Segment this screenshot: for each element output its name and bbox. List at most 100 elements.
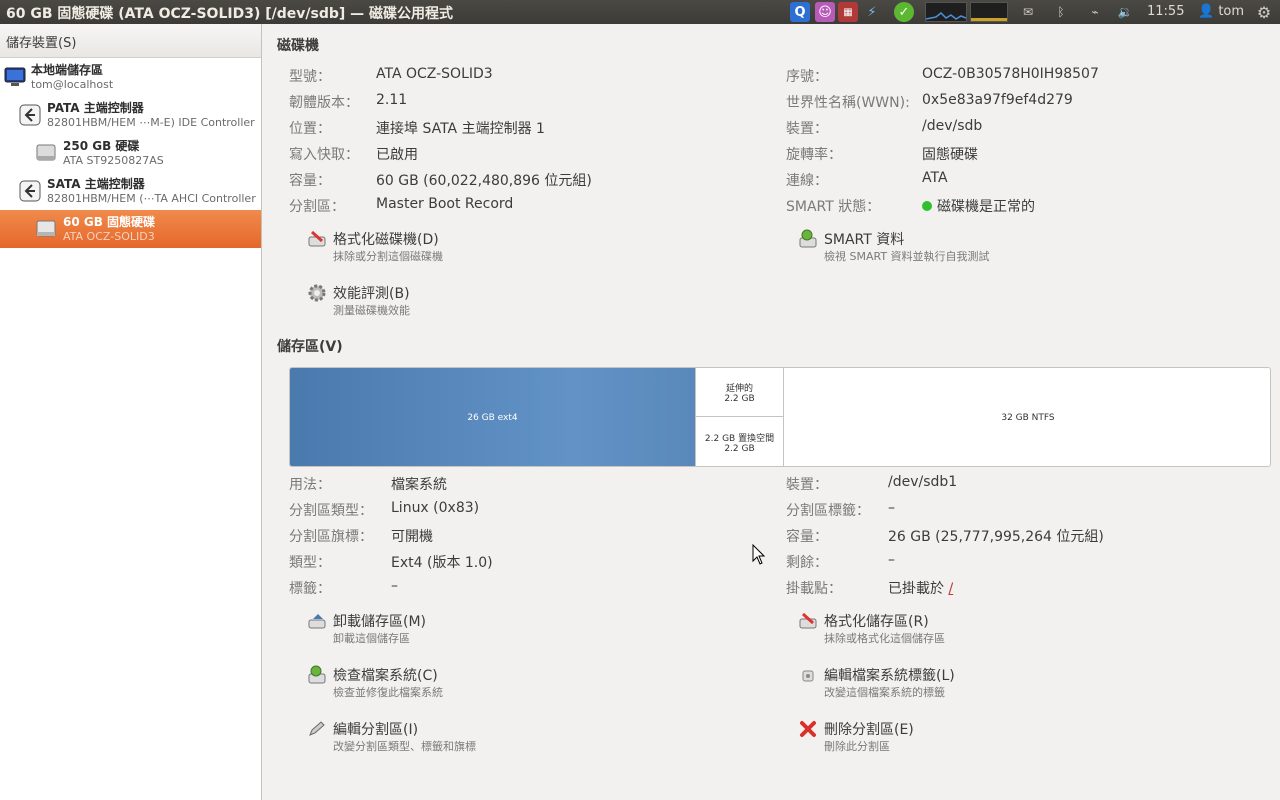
serial-label: 序號：	[786, 69, 828, 85]
drive-section-title: 磁碟機	[277, 38, 319, 54]
smart-data-button[interactable]: SMART 資料 檢視 SMART 資料並執行自我測試	[798, 229, 1038, 265]
action-description: 檢查並修復此檔案系統	[333, 686, 443, 699]
partition-type-value: Linux (0x83)	[391, 500, 480, 516]
status-ok-icon	[922, 201, 932, 211]
wwn-label: 世界性名稱(WWN):	[786, 95, 910, 111]
type-label: 類型：	[289, 555, 331, 571]
partition-label-label: 分割區標籤：	[786, 503, 870, 519]
volume-label: 2.2 GB 置換空間 2.2 GB	[705, 431, 774, 454]
sidebar-item-60gb-ssd[interactable]: 60 GB 固態硬碟 ATA OCZ-SOLID3	[0, 210, 261, 248]
available-value: –	[888, 552, 895, 568]
format-drive-icon	[308, 230, 326, 247]
volume-capacity-value: 26 GB (25,777,995,264 位元組)	[888, 529, 1104, 545]
unmount-volume-button[interactable]: 卸載儲存區(M) 卸載這個儲存區	[307, 611, 527, 647]
cpu-graph	[925, 2, 967, 22]
controller-icon	[19, 180, 41, 202]
sidebar-item-sata-controller[interactable]: SATA 主端控制器 82801HBM/HEM (⋯TA AHCI Contro…	[0, 172, 261, 210]
action-title: 效能評測(B)	[333, 286, 410, 302]
volume-extended-segment[interactable]: 延伸的 2.2 GB	[695, 368, 783, 417]
action-title: 編輯檔案系統標籤(L)	[824, 668, 955, 684]
type-value: Ext4 (版本 1.0)	[391, 555, 493, 571]
benchmark-button[interactable]: 效能評測(B) 測量磁碟機效能	[307, 283, 527, 319]
mail-icon[interactable]: ✉	[1017, 2, 1039, 22]
check-filesystem-button[interactable]: 檢查檔案系統(C) 檢查並修復此檔案系統	[307, 665, 527, 701]
sidebar-item-label: 本地端儲存區	[31, 63, 104, 77]
window-title: 60 GB 固態硬碟 (ATA OCZ-SOLID3) [/dev/sdb] —…	[6, 6, 454, 22]
partitioning-label: 分割區：	[289, 199, 345, 215]
user-menu[interactable]: 👤 tom	[1198, 4, 1244, 19]
volume-ntfs-segment[interactable]: 32 GB NTFS	[783, 368, 1270, 466]
action-title: 卸載儲存區(M)	[333, 614, 427, 630]
network-icon[interactable]: ⌁	[1084, 2, 1106, 22]
format-drive-button[interactable]: 格式化磁碟機(D) 抹除或分割這個磁碟機	[307, 229, 527, 265]
label-label: 標籤：	[289, 581, 331, 597]
connection-value: ATA	[922, 170, 948, 186]
action-title: SMART 資料	[824, 232, 905, 248]
storage-devices-sidebar: 儲存裝置(S) 本地端儲存區 tom@localhost PATA 主端控制器 …	[0, 24, 262, 800]
pencil-icon	[309, 721, 325, 736]
update-check-icon[interactable]: ✓	[894, 2, 914, 22]
location-label: 位置：	[289, 121, 331, 137]
action-description: 改變分割區類型、標籤和旗標	[333, 740, 476, 753]
action-title: 檢查檔案系統(C)	[333, 668, 438, 684]
format-volume-icon	[799, 612, 817, 629]
label-value: –	[391, 578, 398, 594]
volume-label: 延伸的 2.2 GB	[724, 381, 754, 404]
partitioning-value: Master Boot Record	[376, 196, 514, 212]
mount-point-prefix: 已掛載於	[888, 581, 944, 597]
sidebar-item-sublabel: tom@localhost	[31, 78, 114, 91]
edit-filesystem-label-button[interactable]: 編輯檔案系統標籤(L) 改變這個檔案系統的標籤	[798, 665, 1038, 701]
mount-point-label: 掛載點：	[786, 581, 842, 597]
volume-label-line1: 延伸的	[725, 383, 753, 394]
action-description: 檢視 SMART 資料並執行自我測試	[824, 250, 990, 263]
volume-icon[interactable]: 🔉	[1114, 2, 1136, 22]
volumes-section-title: 儲存區(V)	[277, 339, 343, 355]
volume-label: 26 GB ext4	[467, 413, 518, 423]
delete-partition-button[interactable]: 刪除分割區(E) 刪除此分割區	[798, 719, 1038, 755]
capacity-label: 容量：	[289, 173, 331, 189]
eject-icon	[308, 614, 326, 629]
device-label: 裝置：	[786, 121, 828, 137]
sidebar-item-sublabel: 82801HBM/HEM ⋯M-E) IDE Controller	[47, 116, 255, 129]
gear-icon[interactable]: ⚙	[1254, 2, 1274, 22]
partition-flags-label: 分割區旗標：	[289, 529, 373, 545]
action-title: 編輯分割區(I)	[333, 722, 419, 738]
available-label: 剩餘：	[786, 555, 828, 571]
memory-graph	[970, 2, 1008, 22]
wwn-value: 0x5e83a97f9ef4d279	[922, 92, 1073, 108]
quassel-tray-icon[interactable]: Q	[790, 2, 810, 22]
action-description: 測量磁碟機效能	[333, 304, 410, 317]
sidebar-item-label: 250 GB 硬碟	[63, 139, 140, 153]
harddisk-icon	[36, 220, 56, 237]
tag-icon	[802, 670, 814, 682]
volume-capacity-label: 容量：	[786, 529, 828, 545]
volume-ext4-segment[interactable]: 26 GB ext4	[290, 368, 695, 466]
volume-swap-segment[interactable]: 2.2 GB 置換空間 2.2 GB	[695, 417, 783, 466]
check-filesystem-icon	[308, 665, 326, 684]
volume-label: 32 GB NTFS	[1001, 413, 1055, 423]
mount-point-link[interactable]: /	[948, 581, 953, 597]
lightning-tray-icon[interactable]: ⚡	[862, 2, 882, 22]
location-value: 連接埠 SATA 主端控制器 1	[376, 121, 545, 137]
volume-device-value: /dev/sdb1	[888, 474, 958, 490]
action-title: 刪除分割區(E)	[824, 722, 914, 738]
sidebar-item-250gb-disk[interactable]: 250 GB 硬碟 ATA ST9250827AS	[0, 134, 261, 172]
edit-partition-button[interactable]: 編輯分割區(I) 改變分割區類型、標籤和旗標	[307, 719, 527, 755]
write-cache-label: 寫入快取：	[289, 147, 359, 163]
usage-label: 用法：	[289, 477, 331, 493]
sidebar-item-local-storage[interactable]: 本地端儲存區 tom@localhost	[0, 58, 261, 96]
bluetooth-icon[interactable]: ᛒ	[1052, 2, 1070, 22]
chat-tray-icon[interactable]: ☺	[815, 2, 835, 22]
volume-map: 26 GB ext4 延伸的 2.2 GB 2.2 GB 置換空間 2.2 GB 3…	[289, 367, 1271, 467]
sidebar-item-sublabel: 82801HBM/HEM (⋯TA AHCI Controller	[47, 192, 256, 205]
format-volume-button[interactable]: 格式化儲存區(R) 抹除或格式化這個儲存區	[798, 611, 1038, 647]
user-icon: 👤	[1198, 4, 1215, 19]
user-name: tom	[1218, 4, 1245, 19]
sidebar-item-pata-controller[interactable]: PATA 主端控制器 82801HBM/HEM ⋯M-E) IDE Contro…	[0, 96, 261, 134]
sidebar-item-label: PATA 主端控制器	[47, 101, 144, 115]
clock[interactable]: 11:55	[1147, 4, 1184, 19]
volume-label-line2: 2.2 GB	[724, 393, 755, 404]
monitor-tray-icon[interactable]: ▦	[838, 2, 858, 22]
mouse-cursor-icon	[752, 544, 766, 565]
model-label: 型號：	[289, 69, 331, 85]
